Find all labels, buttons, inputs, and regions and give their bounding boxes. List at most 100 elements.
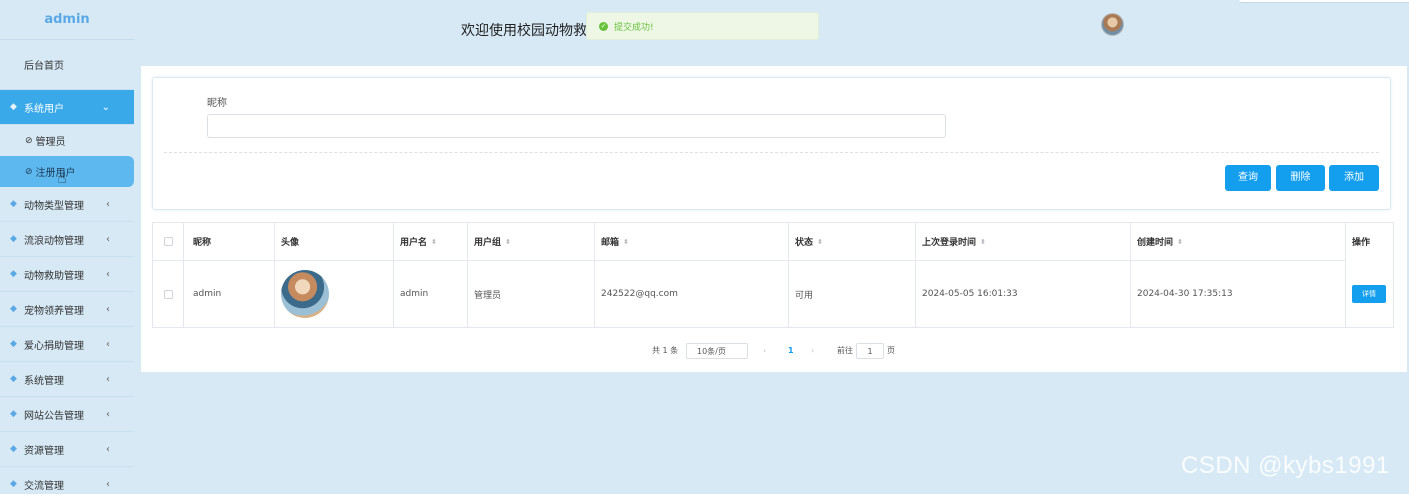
success-toast: ✓ 提交成功! [586, 12, 819, 40]
welcome-title: 欢迎使用校园动物救助 [461, 23, 589, 39]
goto-label: 前往 [837, 346, 853, 355]
diamond-icon: ◆ [10, 233, 17, 244]
sidebar-subitem-registered-users[interactable]: ⊘ 注册用户 [0, 156, 134, 187]
select-all-checkbox[interactable] [163, 237, 173, 246]
sort-icon[interactable]: ⬍ [817, 238, 823, 246]
diamond-icon: ◆ [10, 338, 17, 349]
column-divider [183, 223, 184, 327]
users-table: 昵称 头像 用户名 ⬍ 用户组 ⬍ 邮箱 ⬍ 状态 ⬍ 上次登录时间 ⬍ 创建时间 ⬍ 操作… [152, 222, 1394, 328]
sidebar-item-label: 流浪动物管理 [24, 235, 84, 247]
sidebar-item-donations[interactable]: ◆ 爱心捐助管理 ‹ [0, 327, 134, 362]
sort-icon[interactable]: ⬍ [980, 238, 986, 246]
avatar[interactable] [281, 270, 329, 318]
column-header-label: 创建时间 [1137, 238, 1174, 248]
column-header-last-login[interactable]: 上次登录时间 ⬍ [916, 223, 1129, 260]
success-check-icon: ✓ [599, 21, 608, 31]
sidebar-item-label: 网站公告管理 [24, 410, 84, 422]
column-header-label: 状态 [795, 238, 814, 248]
toast-message: 提交成功! [614, 22, 654, 33]
sort-icon[interactable]: ⬍ [1177, 238, 1183, 246]
add-button[interactable]: 添加 [1329, 165, 1379, 191]
diamond-icon: ◆ [10, 373, 17, 384]
chevron-left-icon: ‹ [106, 408, 110, 420]
diamond-icon: ◆ [10, 268, 17, 279]
cell-nickname: admin [193, 289, 222, 299]
column-header-avatar: 头像 [281, 238, 300, 248]
sidebar-item-resources[interactable]: ◆ 资源管理 ‹ [0, 432, 134, 467]
top-right-edge [1239, 0, 1409, 3]
page-size-select[interactable]: 10条/页 [686, 343, 748, 359]
chevron-left-icon: ‹ [106, 338, 110, 350]
pagination-total: 共 1 条 [652, 346, 679, 355]
chevron-down-icon: ⌄ [101, 101, 110, 113]
sidebar-item-label: 系统用户 [24, 103, 64, 115]
sidebar-item-label: 动物救助管理 [24, 270, 84, 282]
cell-status: 可用 [795, 290, 814, 301]
sidebar-item-label: 动物类型管理 [24, 200, 84, 212]
next-page-icon[interactable]: › [811, 343, 814, 359]
check-circle-icon: ⊘ [25, 166, 33, 177]
page-unit-label: 页 [887, 346, 895, 355]
cell-created: 2024-04-30 17:35:13 [1137, 289, 1233, 299]
sidebar-item-system-users[interactable]: ◆ 系统用户 ⌄ [0, 90, 134, 125]
chevron-left-icon: ‹ [106, 443, 110, 455]
column-header-label: 邮箱 [601, 238, 620, 248]
sidebar-item-pet-adoption[interactable]: ◆ 宠物领养管理 ‹ [0, 292, 134, 327]
nickname-label: 昵称 [207, 98, 227, 109]
form-divider [164, 152, 1379, 153]
column-header-group[interactable]: 用户组 ⬍ [468, 223, 593, 260]
prev-page-icon[interactable]: ‹ [763, 343, 766, 359]
column-header-created[interactable]: 创建时间 ⬍ [1131, 223, 1344, 260]
sidebar-item-animal-types[interactable]: ◆ 动物类型管理 ‹ [0, 187, 134, 222]
sidebar-item-label: 资源管理 [24, 445, 64, 457]
diamond-icon: ◆ [10, 408, 17, 419]
column-header-nickname: 昵称 [193, 238, 212, 248]
detail-button[interactable]: 详情 [1352, 285, 1386, 303]
watermark: CSDN @kybs1991 [1181, 452, 1390, 479]
diamond-icon: ◆ [10, 478, 17, 489]
nickname-search-input[interactable] [207, 114, 946, 138]
sidebar-item-stray-animals[interactable]: ◆ 流浪动物管理 ‹ [0, 222, 134, 257]
delete-button[interactable]: 删除 [1276, 165, 1325, 191]
diamond-icon: ◆ [10, 303, 17, 314]
sidebar-item-animal-rescue[interactable]: ◆ 动物救助管理 ‹ [0, 257, 134, 292]
sort-icon[interactable]: ⬍ [623, 238, 629, 246]
column-header-username[interactable]: 用户名 ⬍ [394, 223, 466, 260]
sidebar-item-system-management[interactable]: ◆ 系统管理 ‹ [0, 362, 134, 397]
sidebar-item-label: 交流管理 [24, 480, 64, 492]
sidebar-subitem-label: 管理员 [35, 137, 66, 148]
chevron-left-icon: ‹ [106, 478, 110, 490]
column-header-actions: 操作 [1352, 238, 1371, 248]
query-button[interactable]: 查询 [1225, 165, 1271, 191]
sort-icon[interactable]: ⬍ [431, 238, 437, 246]
sidebar-subitem-admins[interactable]: ⊘ 管理员 [0, 125, 134, 156]
brand-title: admin [0, 0, 134, 40]
sidebar-item-label: 爱心捐助管理 [24, 340, 84, 352]
chevron-left-icon: ‹ [106, 373, 110, 385]
hand-cursor-icon: ☝ [57, 168, 67, 187]
row-checkbox[interactable] [163, 289, 173, 299]
diamond-icon: ◆ [10, 101, 17, 112]
cell-email: 242522@qq.com [601, 289, 678, 299]
cell-last-login: 2024-05-05 16:01:33 [922, 289, 1018, 299]
select-all-cell[interactable] [153, 223, 183, 260]
sidebar-subitem-label: 注册用户 [35, 168, 76, 179]
user-avatar[interactable] [1101, 13, 1124, 36]
pagination: 共 1 条 10条/页 ‹ 1 › 前往 1 页 [141, 343, 1407, 359]
goto-page-input[interactable]: 1 [856, 343, 884, 359]
column-header-email[interactable]: 邮箱 ⬍ [595, 223, 787, 260]
page-number-current[interactable]: 1 [788, 343, 794, 359]
diamond-icon: ◆ [10, 443, 17, 454]
diamond-icon: ◆ [10, 198, 17, 209]
sort-icon[interactable]: ⬍ [505, 238, 511, 246]
cell-avatar [275, 260, 393, 328]
main-panel: 昵称 查询 删除 添加 昵称 头像 用户名 ⬍ 用户组 ⬍ 邮箱 ⬍ 状态 ⬍ 上次登录… [141, 66, 1407, 372]
sidebar-item-communication[interactable]: ◆ 交流管理 ‹ [0, 467, 134, 494]
row-select-cell[interactable] [153, 260, 183, 328]
sidebar-item-home[interactable]: 后台首页 [0, 40, 134, 90]
check-circle-icon: ⊘ [25, 135, 33, 146]
chevron-left-icon: ‹ [106, 198, 110, 210]
chevron-left-icon: ‹ [106, 303, 110, 315]
sidebar-item-announcements[interactable]: ◆ 网站公告管理 ‹ [0, 397, 134, 432]
column-header-status[interactable]: 状态 ⬍ [789, 223, 914, 260]
